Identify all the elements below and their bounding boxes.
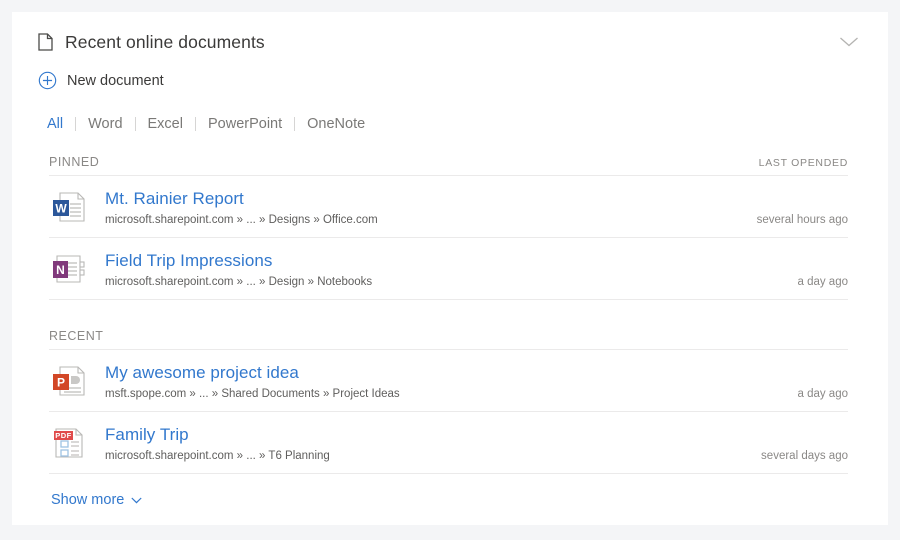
row-content: Family Trip microsoft.sharepoint.com » .… [105, 424, 745, 463]
new-document-label: New document [67, 73, 164, 89]
table-row[interactable]: P My awesome project idea msft.spope.com… [49, 350, 848, 412]
svg-text:P: P [57, 376, 65, 390]
pdf-document-icon: PDF [49, 423, 89, 463]
filter-tab-word[interactable]: Word [76, 116, 134, 132]
plus-circle-icon [38, 71, 57, 90]
last-opened-value: a day ago [781, 388, 848, 401]
table-row[interactable]: W Mt. Rainier Report microsoft.sharepoin… [49, 176, 848, 238]
document-breadcrumb: microsoft.sharepoint.com » ... » Designs… [105, 213, 741, 227]
show-more-button[interactable]: Show more [51, 492, 142, 508]
last-opened-value: a day ago [781, 276, 848, 289]
section-header-pinned: PINNED LAST OPENDED [49, 155, 848, 176]
table-row[interactable]: N Field Trip Impressions microsoft.share… [49, 238, 848, 300]
recent-documents-card: Recent online documents New document All… [12, 12, 888, 525]
document-title[interactable]: Mt. Rainier Report [105, 188, 741, 209]
filter-tab-all[interactable]: All [47, 116, 75, 132]
svg-text:W: W [55, 202, 67, 216]
word-document-icon: W [49, 187, 89, 227]
section-title: RECENT [49, 329, 103, 343]
card-header: Recent online documents [12, 12, 888, 54]
document-breadcrumb: msft.spope.com » ... » Shared Documents … [105, 387, 781, 401]
svg-text:PDF: PDF [55, 431, 72, 440]
collapse-toggle-button[interactable] [834, 27, 864, 57]
filter-tab-powerpoint[interactable]: PowerPoint [196, 116, 294, 132]
section-header-recent: RECENT [49, 329, 848, 350]
document-breadcrumb: microsoft.sharepoint.com » ... » T6 Plan… [105, 449, 745, 463]
filter-tabs: All Word Excel PowerPoint OneNote [47, 116, 888, 132]
chevron-down-icon [839, 36, 859, 48]
svg-text:N: N [56, 263, 65, 277]
last-opened-value: several days ago [745, 450, 848, 463]
chevron-down-icon [131, 497, 142, 504]
onenote-document-icon: N [49, 249, 89, 289]
new-document-button[interactable]: New document [38, 71, 164, 90]
row-content: My awesome project idea msft.spope.com »… [105, 362, 781, 401]
last-opened-value: several hours ago [741, 214, 848, 227]
document-title[interactable]: Field Trip Impressions [105, 250, 781, 271]
filter-tab-onenote[interactable]: OneNote [295, 116, 377, 132]
show-more-label: Show more [51, 492, 124, 508]
table-row[interactable]: PDF Family Trip microsoft.sharepoint.com… [49, 412, 848, 474]
page-title: Recent online documents [38, 32, 834, 53]
section-title: PINNED [49, 155, 99, 169]
row-content: Mt. Rainier Report microsoft.sharepoint.… [105, 188, 741, 227]
powerpoint-document-icon: P [49, 361, 89, 401]
document-title[interactable]: My awesome project idea [105, 362, 781, 383]
row-content: Field Trip Impressions microsoft.sharepo… [105, 250, 781, 289]
column-header-last-opened: LAST OPENDED [759, 157, 848, 169]
page-icon [38, 33, 53, 51]
page-title-text: Recent online documents [65, 32, 265, 53]
document-title[interactable]: Family Trip [105, 424, 745, 445]
document-breadcrumb: microsoft.sharepoint.com » ... » Design … [105, 275, 781, 289]
filter-tab-excel[interactable]: Excel [136, 116, 195, 132]
